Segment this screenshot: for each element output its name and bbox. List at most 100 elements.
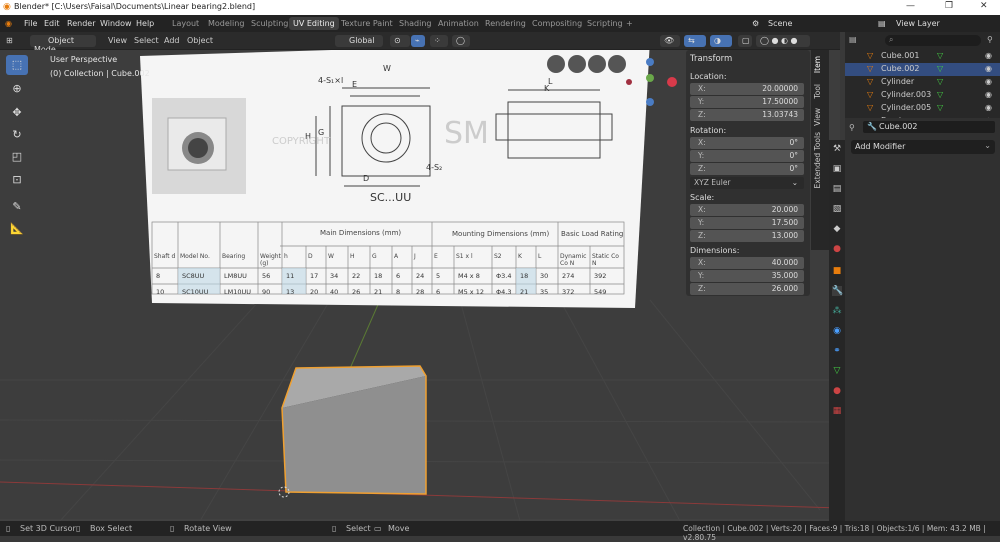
object-name-field[interactable]: 🔧 Cube.002 (863, 121, 995, 133)
table-cell: 5 (436, 272, 441, 280)
cursor-tool[interactable]: ⊕ (6, 79, 28, 99)
scale-z-field[interactable]: Z: 13.000 (690, 230, 804, 242)
scene-props-icon[interactable]: ◆ (832, 224, 842, 234)
transform-tool[interactable]: ⊡ (6, 170, 28, 190)
move-tool[interactable]: ✥ (6, 103, 28, 123)
select-box-tool[interactable]: ⬚ (6, 55, 28, 75)
tab-scripting[interactable]: Scripting (583, 17, 627, 30)
snap-icon[interactable]: ⌁ (411, 35, 425, 47)
outliner-item[interactable]: ▽ Cylinder ▽ ◉ (845, 76, 1000, 89)
rotation-z-field[interactable]: Z: 0° (690, 163, 804, 175)
tab-tool[interactable]: Tool (813, 84, 822, 99)
menu-select[interactable]: Select (134, 36, 159, 45)
minimize-button[interactable]: — (906, 1, 915, 11)
nav-gizmo-x (667, 77, 677, 87)
proportional-edit-icon[interactable]: ◯ (452, 35, 470, 47)
tab-rendering[interactable]: Rendering (481, 17, 530, 30)
world-props-icon[interactable]: ● (832, 244, 842, 254)
menu-edit[interactable]: Edit (44, 19, 60, 28)
rotate-tool[interactable]: ↻ (6, 125, 28, 145)
pivot-point-icon[interactable]: ⊙ (390, 35, 410, 47)
xray-icon[interactable]: ▢ (738, 35, 752, 47)
menu-add[interactable]: Add (164, 36, 180, 45)
location-z-field[interactable]: Z: 13.03743 (690, 109, 804, 121)
transform-section-title[interactable]: Transform (690, 54, 732, 64)
visibility-icon[interactable]: 👁 (660, 35, 680, 47)
annotate-tool[interactable]: ✎ (6, 197, 28, 217)
measure-tool[interactable]: 📐 (6, 219, 28, 239)
tab-texture-paint[interactable]: Texture Paint (337, 17, 397, 30)
menu-file[interactable]: File (24, 19, 37, 28)
menu-window[interactable]: Window (100, 19, 132, 28)
modifier-props-icon[interactable]: 🔧 (832, 286, 843, 296)
tab-uv-editing[interactable]: UV Editing (289, 17, 339, 30)
physics-props-icon[interactable]: ◉ (832, 326, 842, 336)
viewport-header: ⊞ Object Mode View Select Add Object Glo… (0, 32, 840, 54)
gizmo-icon[interactable]: ⇆ (684, 35, 706, 47)
mode-select[interactable]: Object Mode (30, 35, 96, 54)
visibility-eye-icon[interactable]: ◉ (985, 64, 992, 73)
view-layer-icon[interactable]: ▤ (878, 19, 886, 28)
add-modifier-button[interactable]: Add Modifier ⌄ (851, 140, 995, 154)
filter-icon[interactable]: ▤ (849, 35, 857, 44)
visibility-eye-icon[interactable]: ◉ (985, 77, 992, 86)
location-y-field[interactable]: Y: 17.50000 (690, 96, 804, 108)
location-x-field[interactable]: X: 20.00000 (690, 83, 804, 95)
outliner-item[interactable]: ▽ Cylinder.003 ▽ ◉ (845, 89, 1000, 102)
close-button[interactable]: ✕ (980, 1, 988, 11)
tab-sculpting[interactable]: Sculpting (247, 17, 292, 30)
scene-icon[interactable]: ⚙ (752, 19, 759, 28)
outliner-item[interactable]: ▽ Cylinder.005 ▽ ◉ (845, 102, 1000, 115)
constraints-props-icon[interactable]: ⚭ (832, 346, 842, 356)
dimensions-z-field[interactable]: Z: 26.000 (690, 283, 804, 295)
dimensions-y-field[interactable]: Y: 35.000 (690, 270, 804, 282)
snap-target-icon[interactable]: ⁘ (430, 35, 448, 47)
menu-render[interactable]: Render (67, 19, 95, 28)
menu-object[interactable]: Object (187, 36, 213, 45)
tab-modeling[interactable]: Modeling (204, 17, 248, 30)
render-props-icon[interactable]: ▣ (832, 164, 842, 174)
editor-type-icon[interactable]: ⊞ (6, 36, 13, 45)
rotation-x-field[interactable]: X: 0° (690, 137, 804, 149)
visibility-eye-icon[interactable]: ◉ (985, 51, 992, 60)
output-props-icon[interactable]: ▤ (832, 184, 842, 194)
outliner-item[interactable]: ▽ Cube.001 ▽ ◉ (845, 50, 1000, 63)
dimensions-x-field[interactable]: X: 40.000 (690, 257, 804, 269)
transform-orientation-select[interactable]: Global (335, 35, 383, 47)
overlay-icon[interactable]: ◑ (710, 35, 732, 47)
outliner-item[interactable]: ▽ Cube.002 ▽ ◉ (845, 63, 1000, 76)
view-layer-name[interactable]: View Layer (896, 19, 940, 28)
material-props-icon[interactable]: ● (832, 386, 842, 396)
add-workspace-icon[interactable]: + (626, 19, 633, 28)
texture-props-icon[interactable]: ▦ (832, 406, 842, 416)
tab-compositing[interactable]: Compositing (528, 17, 586, 30)
maximize-button[interactable]: ❐ (945, 1, 953, 11)
tab-extended-tools[interactable]: Extended Tools (813, 132, 822, 188)
scale-tool[interactable]: ◰ (6, 147, 28, 167)
filter-funnel-icon[interactable]: ⚲ (987, 35, 993, 44)
object-props-icon[interactable]: ■ (832, 266, 842, 276)
visibility-eye-icon[interactable]: ◉ (985, 90, 992, 99)
pin-icon[interactable]: ⚲ (849, 123, 855, 132)
menu-help[interactable]: Help (136, 19, 154, 28)
tab-shading[interactable]: Shading (395, 17, 436, 30)
particles-props-icon[interactable]: ⁂ (832, 306, 842, 316)
shading-modes[interactable]: ◯ ● ◐ ● (756, 35, 810, 47)
view-layer-props-icon[interactable]: ▧ (832, 204, 842, 214)
rotation-mode-select[interactable]: XYZ Euler ⌄ (690, 177, 804, 189)
menu-view[interactable]: View (108, 36, 127, 45)
tab-animation[interactable]: Animation (434, 17, 483, 30)
blender-menu-icon[interactable]: ◉ (5, 19, 12, 28)
scale-x-field[interactable]: X: 20.000 (690, 204, 804, 216)
scale-y-field[interactable]: Y: 17.500 (690, 217, 804, 229)
data-props-icon[interactable]: ▽ (832, 366, 842, 376)
tab-view[interactable]: View (813, 108, 822, 126)
tool-props-icon[interactable]: ⚒ (832, 144, 842, 154)
axis-label: Z: (698, 231, 706, 240)
rotation-y-field[interactable]: Y: 0° (690, 150, 804, 162)
scene-name[interactable]: Scene (768, 19, 792, 28)
tab-item[interactable]: Item (813, 56, 822, 73)
outliner-search-input[interactable]: ⌕ (885, 35, 981, 46)
tab-layout[interactable]: Layout (168, 17, 203, 30)
visibility-eye-icon[interactable]: ◉ (985, 103, 992, 112)
